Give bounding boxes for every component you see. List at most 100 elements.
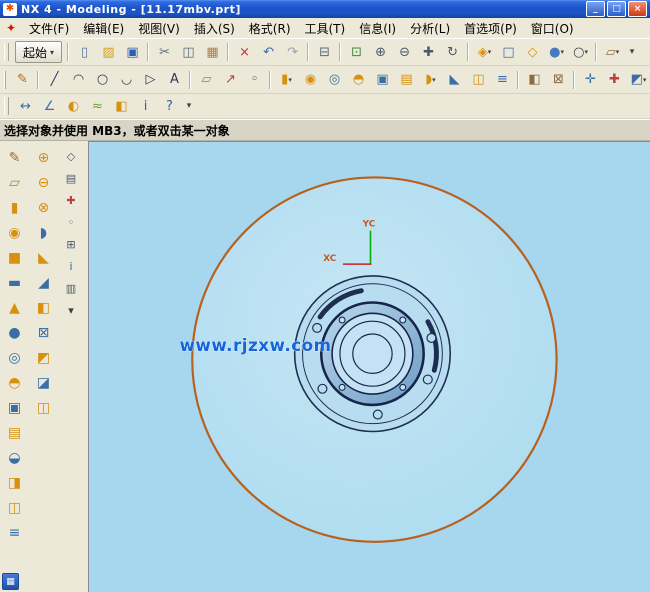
pad-icon[interactable]: ▤ [395,68,418,91]
help-icon[interactable]: ? [158,95,181,118]
flange-hole[interactable] [400,384,406,390]
menu-edit[interactable]: 编辑(E) [76,18,131,39]
revolve-icon[interactable]: ◉ [299,68,322,91]
cylinder-icon[interactable]: ▬ [2,270,28,295]
hole-icon[interactable]: ◎ [2,345,28,370]
chamfer-icon[interactable]: ◣ [443,68,466,91]
trimetric-view-icon[interactable]: ◇ [521,41,544,64]
polygon-icon[interactable]: ▷ [139,68,162,91]
datum-plane-icon[interactable]: ▱ [2,170,28,195]
taper-icon[interactable]: ◢ [31,270,57,295]
boss-icon[interactable]: ◓ [2,370,28,395]
boss-icon[interactable]: ◓ [347,68,370,91]
layer-settings-icon[interactable]: ▤ [60,167,82,189]
point-icon[interactable]: ◦ [243,68,266,91]
datum-axis-icon[interactable]: ↗ [219,68,242,91]
orient-view-icon[interactable]: ◈▾ [473,41,496,64]
open-folder-icon[interactable]: ▨ [97,41,120,64]
pad-icon[interactable]: ▤ [2,420,28,445]
block-icon[interactable]: ■ [2,245,28,270]
more-tools-icon[interactable]: ▾ [60,299,82,321]
menu-tools[interactable]: 工具(T) [298,18,353,39]
orient-cube-icon[interactable]: ◩▾ [627,68,650,91]
hole-icon[interactable]: ◎ [323,68,346,91]
object-info-icon[interactable]: i [60,255,82,277]
minimize-button[interactable]: _ [586,1,605,17]
move-object-icon[interactable]: ✛ [579,68,602,91]
menu-insert[interactable]: 插入(S) [187,18,242,39]
menu-analysis[interactable]: 分析(L) [403,18,457,39]
extrude-icon[interactable]: ▮ [2,195,28,220]
fillet-icon[interactable]: ◡ [115,68,138,91]
pocket-icon[interactable]: ▣ [2,395,28,420]
menu-info[interactable]: 信息(I) [352,18,403,39]
menu-preferences[interactable]: 首选项(P) [457,18,524,39]
toolbar-overflow-icon[interactable]: ▾ [182,95,196,118]
bolt-hole[interactable] [318,384,327,393]
groove-icon[interactable]: ◒ [2,445,28,470]
sketch-icon[interactable]: ✎ [2,145,28,170]
measure-angle-icon[interactable]: ∠ [38,95,61,118]
shaded-view-icon[interactable]: ●▾ [545,41,568,64]
model-view-canvas[interactable]: YC XC www.rjzxw.com [89,142,650,592]
wcs-dynamics-icon[interactable]: ✚ [603,68,626,91]
menu-window[interactable]: 窗口(O) [524,18,581,39]
trim-body-icon[interactable]: ◧ [523,68,546,91]
sphere-icon[interactable]: ● [2,320,28,345]
bolt-hole[interactable] [373,410,382,419]
intersect-icon[interactable]: ⊗ [31,195,57,220]
datum-plane-icon[interactable]: ▱ [195,68,218,91]
delete-icon[interactable]: × [233,41,256,64]
paste-icon[interactable]: ▦ [201,41,224,64]
chamfer-icon[interactable]: ◣ [31,245,57,270]
new-file-icon[interactable]: ▯ [73,41,96,64]
rib-icon[interactable]: ◨ [2,470,28,495]
menu-format[interactable]: 格式(R) [242,18,298,39]
sew-icon[interactable]: ⊠ [547,68,570,91]
rotate-view-icon[interactable]: ↻ [441,41,464,64]
fit-view-icon[interactable]: ⊡ [345,41,368,64]
circle-icon[interactable]: ○ [91,68,114,91]
thread-icon[interactable]: ≡ [2,520,28,545]
copy-icon[interactable]: ◫ [177,41,200,64]
wireframe-view-icon[interactable]: ○▾ [569,41,592,64]
window-menu-icon[interactable]: ▱▾ [601,41,624,64]
flange-hole[interactable] [339,384,345,390]
graphics-viewport[interactable]: YC XC www.rjzxw.com [89,141,650,592]
line-icon[interactable]: ╱ [43,68,66,91]
subtract-icon[interactable]: ⊖ [31,170,57,195]
undo-icon[interactable]: ↶ [257,41,280,64]
toolbar-grip[interactable] [4,43,9,61]
view-list-icon[interactable]: ▥ [60,277,82,299]
blend-icon[interactable]: ◗▾ [419,68,442,91]
menu-view[interactable]: 视图(V) [131,18,187,39]
object-info-icon[interactable]: i [134,95,157,118]
bolt-hole[interactable] [313,323,322,332]
close-button[interactable]: × [628,1,647,17]
measure-distance-icon[interactable]: ↔ [14,95,37,118]
toolbar-grip[interactable] [4,97,9,115]
print-icon[interactable]: ⊟ [313,41,336,64]
start-button[interactable]: 起始 ▾ [15,41,62,63]
patch-icon[interactable]: ◩ [31,345,57,370]
flange-hole[interactable] [339,317,345,323]
resource-bar-button[interactable]: ▦ [2,573,19,590]
sketch-icon[interactable]: ✎ [11,68,34,91]
shell-icon[interactable]: ◫ [467,68,490,91]
title-bar[interactable]: ✱ NX 4 - Modeling - [11.17mbv.prt] _ □ × [0,0,650,18]
hub-boss-face[interactable] [332,313,413,394]
toolbar-overflow-icon[interactable]: ▾ [625,41,639,64]
redo-icon[interactable]: ↷ [281,41,304,64]
edge-blend-icon[interactable]: ◗ [31,220,57,245]
flange-hole[interactable] [400,317,406,323]
front-view-icon[interactable]: □ [497,41,520,64]
sew-icon[interactable]: ⊠ [31,320,57,345]
snap-point-icon[interactable]: ◦ [60,211,82,233]
pan-icon[interactable]: ✚ [417,41,440,64]
wcs-display-icon[interactable]: ✚ [60,189,82,211]
text-icon[interactable]: A [163,68,186,91]
maximize-button[interactable]: □ [607,1,626,17]
trim-body-icon[interactable]: ◪ [31,370,57,395]
thread-icon[interactable]: ≡ [491,68,514,91]
save-icon[interactable]: ▣ [121,41,144,64]
